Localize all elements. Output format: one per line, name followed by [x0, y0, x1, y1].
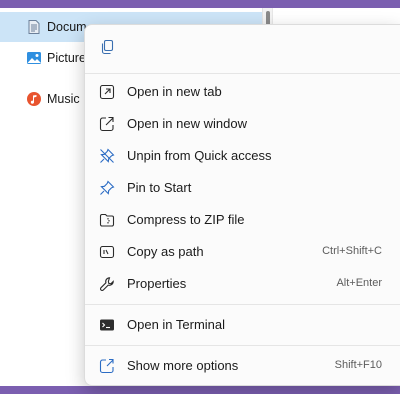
menu-item-properties[interactable]: Properties Alt+Enter	[91, 269, 396, 299]
terminal-icon	[99, 317, 115, 333]
menu-item-label: Properties	[127, 276, 187, 291]
menu-item-label: Pin to Start	[127, 180, 192, 195]
open-new-tab-icon	[99, 84, 115, 100]
copy-button[interactable]	[95, 35, 119, 59]
nav-item-label: Music	[47, 92, 80, 106]
context-menu: Open in new tab Open in new window Unpin…	[84, 24, 400, 386]
menu-separator	[85, 73, 400, 74]
menu-item-pin-to-start[interactable]: Pin to Start	[91, 173, 396, 203]
menu-item-open-terminal[interactable]: Open in Terminal	[91, 310, 396, 340]
unpin-icon	[99, 148, 115, 164]
menu-item-unpin-quick-access[interactable]: Unpin from Quick access	[91, 141, 396, 171]
copy-path-icon	[99, 244, 115, 260]
menu-item-label: Unpin from Quick access	[127, 148, 272, 163]
pictures-folder-icon	[26, 50, 42, 66]
music-folder-icon	[26, 91, 42, 107]
menu-item-compress-zip[interactable]: Compress to ZIP file	[91, 205, 396, 235]
zip-folder-icon	[99, 212, 115, 228]
show-more-options-icon	[99, 358, 115, 374]
menu-item-label: Compress to ZIP file	[127, 212, 245, 227]
menu-item-copy-as-path[interactable]: Copy as path Ctrl+Shift+C	[91, 237, 396, 267]
menu-item-label: Open in Terminal	[127, 317, 226, 332]
copy-icon	[99, 39, 115, 55]
menu-item-shortcut: Ctrl+Shift+C	[322, 245, 382, 257]
wrench-icon	[99, 276, 115, 292]
menu-separator	[85, 345, 400, 346]
menu-item-shortcut: Alt+Enter	[336, 277, 382, 289]
menu-item-shortcut: Shift+F10	[334, 359, 382, 371]
menu-item-open-new-tab[interactable]: Open in new tab	[91, 77, 396, 107]
menu-item-open-new-window[interactable]: Open in new window	[91, 109, 396, 139]
nav-item-label: Picture	[47, 51, 86, 65]
open-new-window-icon	[99, 116, 115, 132]
menu-item-label: Open in new window	[127, 116, 247, 131]
menu-item-show-more-options[interactable]: Show more options Shift+F10	[91, 351, 396, 381]
menu-separator	[85, 304, 400, 305]
menu-item-label: Copy as path	[127, 244, 204, 259]
nav-item-label: Docum	[47, 20, 87, 34]
quick-actions-row	[85, 25, 400, 73]
pin-icon	[99, 180, 115, 196]
menu-item-label: Show more options	[127, 358, 239, 373]
documents-folder-icon	[26, 19, 42, 35]
menu-item-label: Open in new tab	[127, 84, 222, 99]
